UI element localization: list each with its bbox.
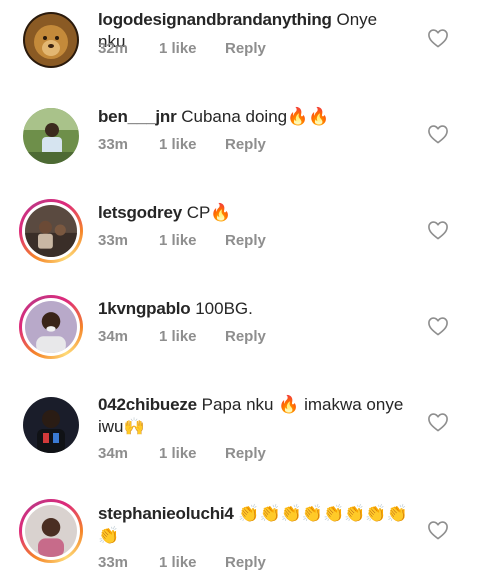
avatar-inner — [22, 202, 80, 260]
avatar[interactable] — [23, 108, 79, 164]
comment-time: 33m — [98, 554, 129, 571]
profile-avatar-image — [23, 397, 79, 453]
reply-button[interactable]: Reply — [225, 553, 266, 573]
comment-username[interactable]: stephanieoluchi4 — [98, 504, 234, 523]
comment-body: 042chibueze Papa nku 🔥 imakwa onye iwu🙌 — [98, 394, 408, 438]
story-ring-avatar[interactable] — [19, 295, 83, 359]
profile-avatar-image — [25, 301, 77, 353]
comment-likes[interactable]: 1 like — [159, 553, 197, 573]
avatar-inner — [22, 502, 80, 560]
profile-avatar-image — [25, 205, 77, 257]
story-ring-avatar[interactable] — [19, 499, 83, 563]
reply-button[interactable]: Reply — [225, 327, 266, 347]
comment-likes[interactable]: 1 like — [159, 231, 197, 251]
comment-body: ben___jnr Cubana doing🔥🔥 — [98, 106, 408, 128]
comment-username[interactable]: 1kvngpablo — [98, 299, 191, 318]
comment-time: 33m — [98, 232, 129, 249]
comment-text: Cubana doing🔥🔥 — [181, 107, 330, 126]
comment-body: 1kvngpablo 100BG. — [98, 298, 408, 320]
comment-username[interactable]: logodesignandbrandanything — [98, 10, 332, 29]
comment-text: 100BG. — [195, 299, 253, 318]
heart-outline-icon[interactable] — [427, 220, 449, 240]
heart-outline-icon[interactable] — [427, 28, 449, 48]
reply-button[interactable]: Reply — [225, 231, 266, 251]
heart-outline-icon[interactable] — [427, 412, 449, 432]
comment-time: 32m — [98, 40, 129, 57]
comment-body: stephanieoluchi4 👏👏👏👏👏👏👏👏👏 — [98, 503, 408, 547]
comment-username[interactable]: letsgodrey — [98, 203, 182, 222]
comment-time: 34m — [98, 445, 129, 462]
comment-likes[interactable]: 1 like — [159, 444, 197, 464]
avatar[interactable] — [23, 397, 79, 453]
comment-time: 34m — [98, 328, 129, 345]
heart-outline-icon[interactable] — [427, 520, 449, 540]
avatar-inner — [22, 298, 80, 356]
story-ring-avatar[interactable] — [19, 199, 83, 263]
reply-button[interactable]: Reply — [225, 39, 266, 59]
reply-button[interactable]: Reply — [225, 444, 266, 464]
comment-body: letsgodrey CP🔥 — [98, 202, 408, 224]
comment-likes[interactable]: 1 like — [159, 39, 197, 59]
comment-likes[interactable]: 1 like — [159, 327, 197, 347]
comment-likes[interactable]: 1 like — [159, 135, 197, 155]
avatar[interactable] — [23, 12, 79, 68]
heart-outline-icon[interactable] — [427, 316, 449, 336]
comment-username[interactable]: 042chibueze — [98, 395, 197, 414]
comment-username[interactable]: ben___jnr — [98, 107, 177, 126]
profile-avatar-image — [23, 108, 79, 164]
lion-avatar-image — [23, 12, 79, 68]
reply-button[interactable]: Reply — [225, 135, 266, 155]
profile-avatar-image — [25, 505, 77, 557]
comment-time: 33m — [98, 136, 129, 153]
heart-outline-icon[interactable] — [427, 124, 449, 144]
comment-text: CP🔥 — [186, 203, 232, 222]
